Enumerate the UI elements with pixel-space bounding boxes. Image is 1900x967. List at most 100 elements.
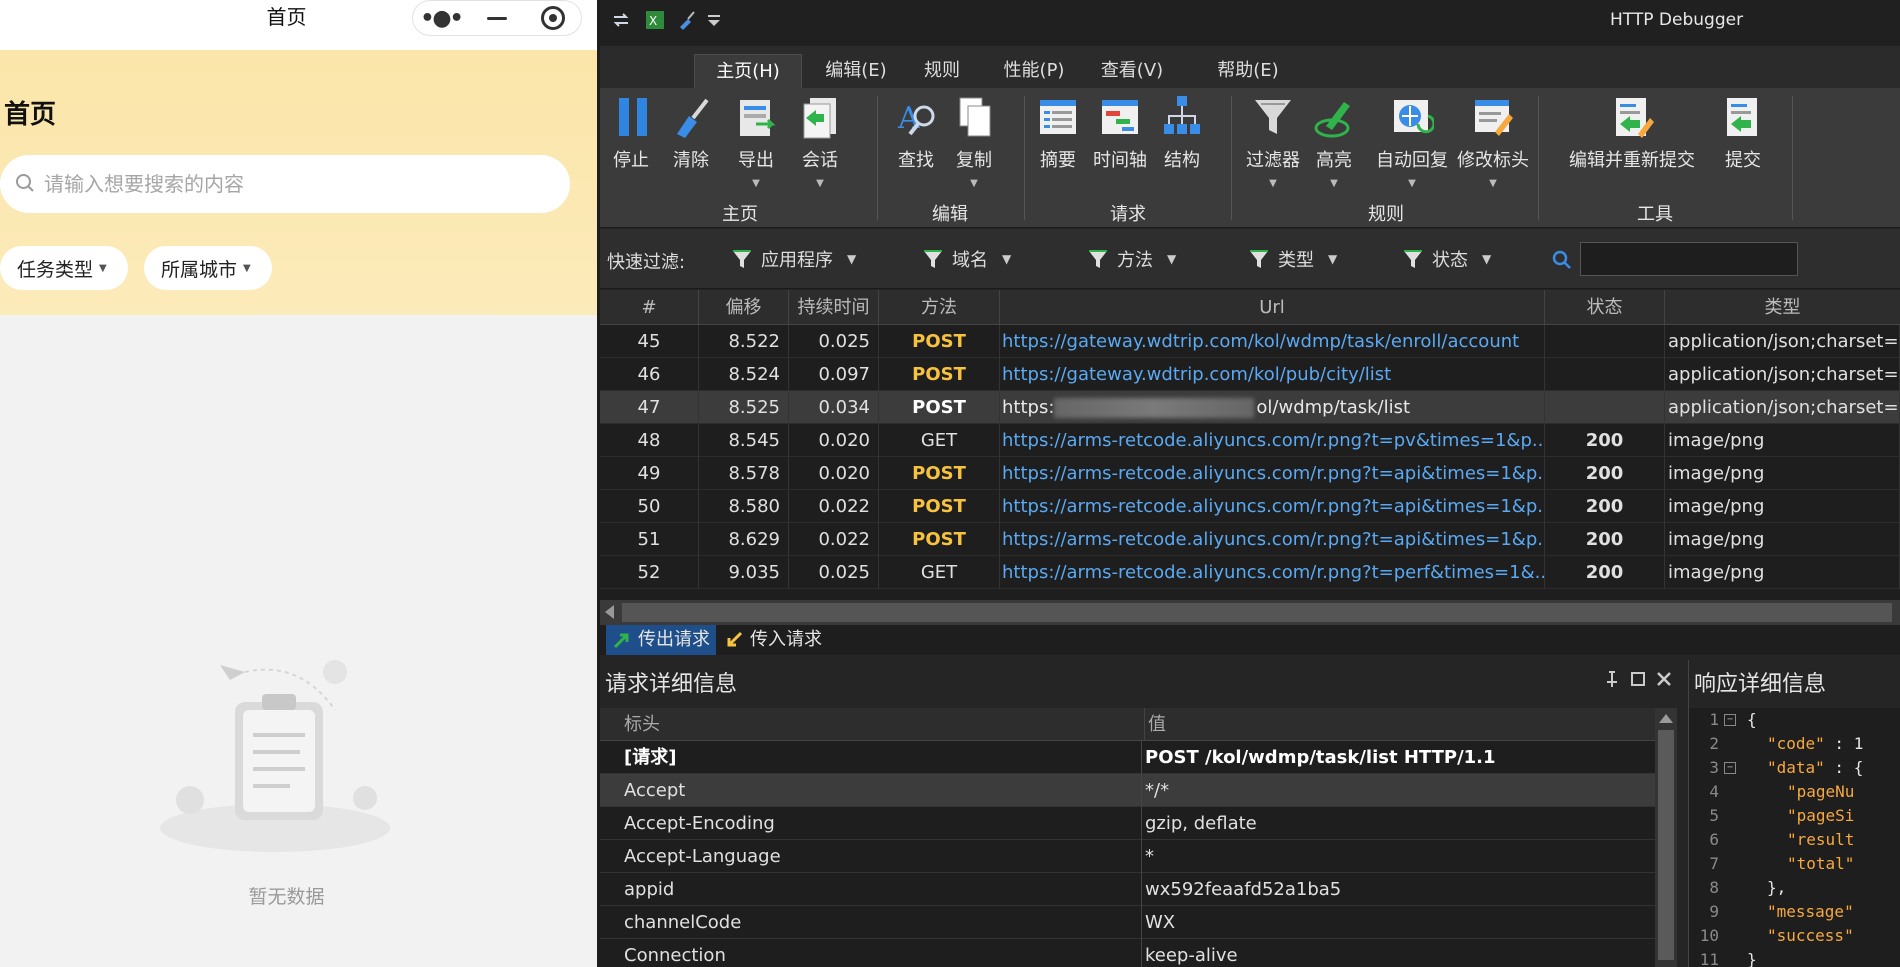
auto-reply-button[interactable]: 自动回复 ▼ [1373, 94, 1451, 189]
json-key: "data" [1767, 758, 1825, 777]
close-button[interactable] [533, 3, 573, 33]
vertical-scrollbar[interactable] [1655, 708, 1677, 967]
filter-status[interactable]: 状态 ▼ [1402, 246, 1491, 272]
session-button[interactable]: 会话 ▼ [792, 94, 848, 189]
scroll-up-arrow-icon[interactable] [1659, 714, 1673, 723]
search-input[interactable] [44, 155, 544, 213]
cell-url: https://gateway.wdtrip.com/kol/wdmp/task… [1000, 325, 1545, 358]
code-text: "total" [1787, 854, 1854, 873]
quick-search-input[interactable] [1580, 242, 1798, 276]
col-offset[interactable]: 偏移 [699, 290, 789, 325]
tab-view[interactable]: 查看(V) [1094, 54, 1170, 88]
col-status[interactable]: 状态 [1545, 290, 1665, 325]
search-icon [1552, 250, 1571, 269]
table-row-selected[interactable]: 47 8.525 0.034 POST https: ol/wdmp/task/l… [600, 391, 1900, 424]
maximize-icon[interactable] [1629, 670, 1647, 688]
group-home-label: 主页 [722, 204, 758, 225]
table-row[interactable]: 46 8.524 0.097 POST https://gateway.wdtr… [600, 358, 1900, 391]
pin-icon[interactable] [1603, 670, 1621, 688]
cell-url: https://arms-retcode.aliyuncs.com/r.png?… [1000, 490, 1545, 523]
col-duration[interactable]: 持续时间 [789, 290, 879, 325]
caret-down-icon: ▼ [99, 262, 107, 274]
filter-button[interactable]: 过滤器 ▼ [1244, 94, 1302, 189]
tab-edit[interactable]: 编辑(E) [810, 54, 902, 88]
header-value: wx592feaafd52a1ba5 [1141, 873, 1651, 906]
modify-header-label: 修改标头 [1457, 150, 1529, 171]
export-button[interactable]: 导出 ▼ [728, 94, 784, 189]
mini-program-window: 首页 •●• 首页 任务类型 ▼ 所属城市 ▼ [0, 0, 597, 967]
table-row[interactable]: 48 8.545 0.020 GET https://arms-retcode.… [600, 424, 1900, 457]
header-row[interactable]: channelCode WX [600, 906, 1655, 939]
quick-access-dropdown-icon[interactable] [704, 9, 726, 31]
close-icon[interactable] [1655, 670, 1673, 688]
header-row[interactable]: [请求] POST /kol/wdmp/task/list HTTP/1.1 [600, 741, 1655, 774]
excel-icon[interactable]: X [644, 9, 666, 31]
filter-type[interactable]: 类型 ▼ [1248, 246, 1337, 272]
horizontal-scrollbar[interactable] [600, 600, 1900, 625]
table-row[interactable]: 49 8.578 0.020 POST https://arms-retcode… [600, 457, 1900, 490]
code-text: "pageNu [1787, 782, 1854, 801]
filter-domain[interactable]: 域名 ▼ [922, 246, 1011, 272]
col-url[interactable]: Url [1000, 290, 1545, 325]
header-row-selected[interactable]: Accept */* [600, 774, 1655, 807]
task-type-filter[interactable]: 任务类型 ▼ [0, 246, 128, 290]
refresh-icon[interactable] [610, 9, 632, 31]
table-row[interactable]: 45 8.522 0.025 POST https://gateway.wdtr… [600, 325, 1900, 358]
header-row[interactable]: appid wx592feaafd52a1ba5 [600, 873, 1655, 906]
col-number[interactable]: # [600, 290, 699, 325]
nav-bar: 首页 •●• [0, 0, 597, 50]
fold-toggle-icon[interactable]: − [1724, 762, 1736, 774]
table-row[interactable]: 50 8.580 0.022 POST https://arms-retcode… [600, 490, 1900, 523]
page-title: 首页 [4, 100, 57, 130]
col-header-name[interactable]: 标头 [624, 708, 660, 741]
brush-icon[interactable] [676, 9, 698, 31]
header-key: appid [624, 879, 675, 900]
tab-incoming-requests[interactable]: 传入请求 [718, 625, 828, 655]
json-key: "message" [1767, 902, 1854, 921]
city-filter[interactable]: 所属城市 ▼ [144, 246, 272, 290]
code-line: 3− "data" : { [1689, 756, 1900, 780]
table-row[interactable]: 52 9.035 0.025 GET https://arms-retcode.… [600, 556, 1900, 589]
table-row[interactable]: 51 8.629 0.022 POST https://arms-retcode… [600, 523, 1900, 556]
scrollbar-thumb[interactable] [622, 603, 1892, 622]
header-key: [请求] [624, 747, 677, 768]
col-type[interactable]: 类型 [1665, 290, 1900, 325]
dropdown-arrow-icon: ▼ [1167, 252, 1177, 266]
timeline-button[interactable]: 时间轴 [1088, 94, 1152, 172]
highlight-button[interactable]: 高亮 ▼ [1312, 94, 1356, 189]
response-body-editor[interactable]: 1−{ 2 "code" : 1 3− "data" : { 4 "pageNu 5 "… [1689, 708, 1900, 967]
broom-icon [677, 98, 709, 138]
cell-url: https://arms-retcode.aliyuncs.com/r.png?… [1000, 523, 1545, 556]
modify-header-button[interactable]: 修改标头 ▼ [1454, 94, 1532, 189]
col-method[interactable]: 方法 [879, 290, 1000, 325]
header-row[interactable]: Connection keep-alive [600, 939, 1655, 967]
find-button[interactable]: A 查找 [894, 94, 938, 172]
structure-button[interactable]: 结构 [1160, 94, 1204, 172]
header-row[interactable]: Accept-Encoding gzip, deflate [600, 807, 1655, 840]
scrollbar-thumb[interactable] [1658, 730, 1674, 960]
request-details-title: 请求详细信息 [605, 672, 738, 697]
clear-button[interactable]: 清除 [666, 94, 716, 172]
summary-button[interactable]: 摘要 [1036, 94, 1080, 172]
tab-performance[interactable]: 性能(P) [984, 54, 1084, 88]
minimize-button[interactable] [477, 3, 517, 33]
filter-application[interactable]: 应用程序 ▼ [731, 246, 856, 272]
stop-button[interactable]: 停止 [611, 94, 651, 172]
submit-button[interactable]: 提交 [1718, 94, 1768, 172]
col-header-value[interactable]: 值 [1144, 708, 1654, 741]
more-button[interactable]: •●• [420, 3, 463, 33]
code-line: 4 "pageNu [1689, 780, 1900, 804]
tab-home[interactable]: 主页(H) [694, 54, 802, 88]
filter-method[interactable]: 方法 ▼ [1087, 246, 1176, 272]
tab-outgoing-requests[interactable]: 传出请求 [606, 625, 716, 655]
search-box[interactable] [0, 155, 570, 213]
tab-rules[interactable]: 规则 [912, 54, 972, 88]
edit-resubmit-button[interactable]: 编辑并重新提交 [1550, 94, 1714, 172]
scroll-left-arrow-icon[interactable] [605, 605, 614, 619]
header-row[interactable]: Accept-Language * [600, 840, 1655, 873]
json-rest: : 1 [1824, 734, 1864, 753]
copy-button[interactable]: 复制 ▼ [952, 94, 996, 189]
fold-toggle-icon[interactable]: − [1724, 714, 1736, 726]
tab-help[interactable]: 帮助(E) [1200, 54, 1296, 88]
quick-filter-bar: 快速过滤: 应用程序 ▼ 域名 ▼ 方法 ▼ 类型 ▼ 状态 ▼ [600, 229, 1900, 289]
